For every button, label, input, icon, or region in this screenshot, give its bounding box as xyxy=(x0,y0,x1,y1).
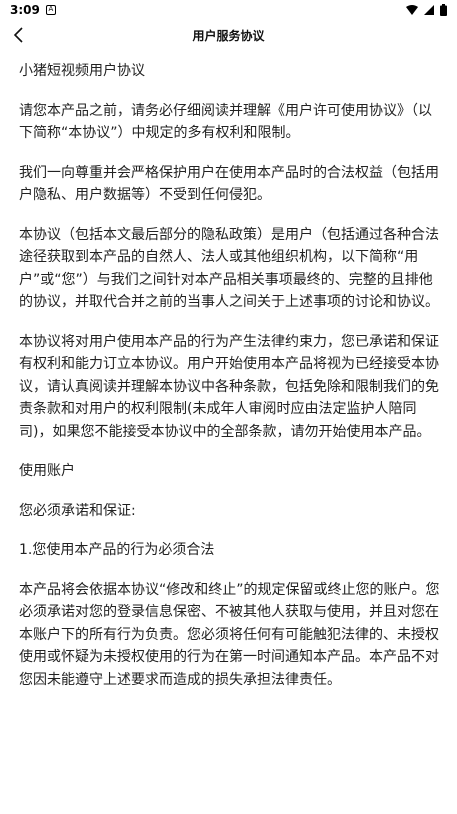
app-bar: 用户服务协议 xyxy=(0,20,457,50)
section-promise: 您必须承诺和保证: xyxy=(19,502,136,519)
status-bar: 3:09 A xyxy=(0,0,457,20)
agreement-heading: 小猪短视频用户协议 xyxy=(19,63,145,79)
agreement-content: 小猪短视频用户协议 请您本产品之前，请务必仔细阅读并理解《用户许可使用协议》（以… xyxy=(19,60,444,708)
notification-icon: A xyxy=(45,5,56,15)
signal-icon xyxy=(424,5,434,15)
chevron-left-icon xyxy=(13,27,23,43)
paragraph-account-terms: 本产品将会依据本协议“修改和终止”的规定保留或终止您的账户。您必须承诺对您的登录… xyxy=(19,581,440,688)
status-icons xyxy=(406,4,447,16)
page-title: 用户服务协议 xyxy=(192,28,265,43)
back-button[interactable] xyxy=(6,22,32,48)
paragraph-binding: 本协议将对用户使用本产品的行为产生法律约束力，您已承诺和保证有权利和能力订立本协… xyxy=(19,333,439,440)
status-time: 3:09 xyxy=(10,3,40,17)
item-legal-use: 1.您使用本产品的行为必须合法 xyxy=(19,542,215,558)
wifi-icon xyxy=(406,5,418,15)
battery-icon xyxy=(440,4,447,16)
paragraph-rights: 我们一向尊重并会严格保护用户在使用本产品时的合法权益（包括用户隐私、用户数据等）… xyxy=(19,164,439,204)
paragraph-scope: 本协议（包括本文最后部分的隐私政策）是用户（包括通过各种合法途径获取到本产品的自… xyxy=(19,226,439,311)
section-account: 使用账户 xyxy=(19,463,75,479)
paragraph-intro: 请您本产品之前，请务必仔细阅读并理解《用户许可使用协议》（以下简称“本协议”）中… xyxy=(19,102,432,142)
